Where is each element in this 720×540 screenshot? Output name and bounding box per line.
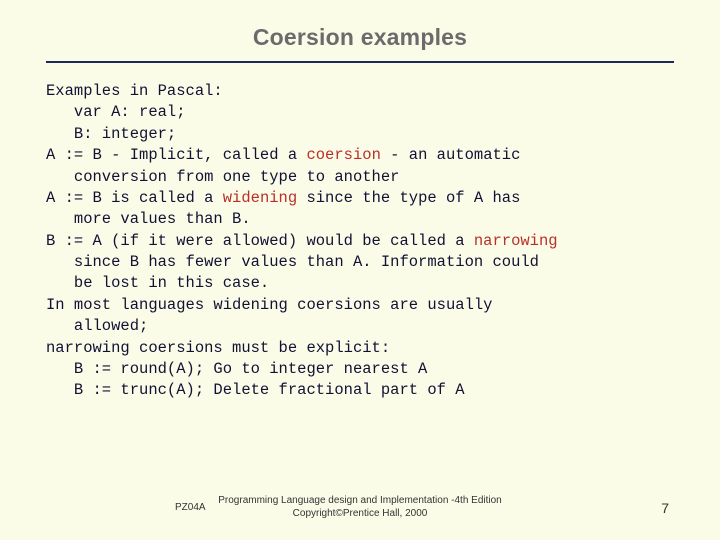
highlight-term: narrowing [474,232,558,250]
text-run: B := trunc(A); Delete fractional part of… [46,381,465,399]
footer-line2: Copyright©Prentice Hall, 2000 [218,508,502,521]
text-run: var A: real; [46,103,186,121]
text-run: - an automatic [381,146,521,164]
footer: PZ04A Programming Language design and Im… [0,495,720,520]
text-run: allowed; [46,317,148,335]
text-run: B: integer; [46,125,176,143]
slide-title: Coersion examples [46,24,674,51]
title-rule [46,61,674,63]
body-line: more values than B. [46,209,674,230]
body-line: B := trunc(A); Delete fractional part of… [46,380,674,401]
text-run: more values than B. [46,210,251,228]
body-line: narrowing coersions must be explicit: [46,338,674,359]
footer-line1: Programming Language design and Implemen… [218,495,502,508]
footer-center: Programming Language design and Implemen… [218,495,502,520]
body-line: allowed; [46,316,674,337]
text-run: conversion from one type to another [46,168,399,186]
page-number: 7 [661,500,669,516]
body-line: In most languages widening coersions are… [46,295,674,316]
footer-code: PZ04A [175,502,206,513]
body-line: B := A (if it were allowed) would be cal… [46,231,674,252]
body-line: A := B - Implicit, called a coersion - a… [46,145,674,166]
text-run: Examples in Pascal: [46,82,223,100]
body-line: var A: real; [46,102,674,123]
body-line: be lost in this case. [46,273,674,294]
body-line: B := round(A); Go to integer nearest A [46,359,674,380]
body-line: conversion from one type to another [46,167,674,188]
text-run: since B has fewer values than A. Informa… [46,253,539,271]
body-line: Examples in Pascal: [46,81,674,102]
body-line: since B has fewer values than A. Informa… [46,252,674,273]
text-run: B := round(A); Go to integer nearest A [46,360,427,378]
slide-body: Examples in Pascal: var A: real; B: inte… [46,81,674,402]
text-run: B := A (if it were allowed) would be cal… [46,232,474,250]
slide: Coersion examples Examples in Pascal: va… [0,0,720,540]
text-run: A := B is called a [46,189,223,207]
highlight-term: coersion [306,146,380,164]
text-run: In most languages widening coersions are… [46,296,492,314]
body-line: B: integer; [46,124,674,145]
text-run: be lost in this case. [46,274,269,292]
text-run: narrowing coersions must be explicit: [46,339,390,357]
text-run: since the type of A has [297,189,520,207]
text-run: A := B - Implicit, called a [46,146,306,164]
highlight-term: widening [223,189,297,207]
body-line: A := B is called a widening since the ty… [46,188,674,209]
